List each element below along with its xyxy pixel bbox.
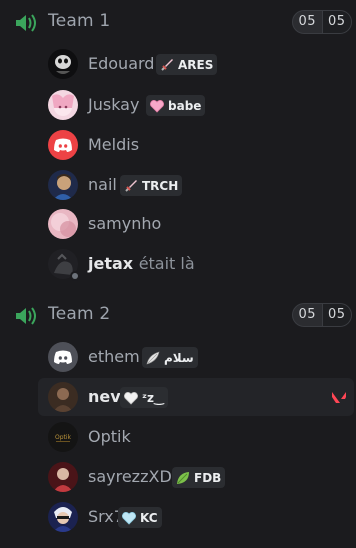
voice-channel-team-2[interactable]: Team 2 05 05 bbox=[0, 301, 356, 331]
server-tag: babe bbox=[146, 95, 206, 116]
server-tag: TRCH bbox=[120, 175, 183, 196]
idle-status-icon bbox=[70, 271, 80, 281]
avatar bbox=[48, 382, 78, 412]
member-username: jetax bbox=[88, 254, 134, 273]
avatar bbox=[48, 462, 78, 492]
server-tag-label: سلام bbox=[164, 350, 194, 365]
svg-text:Optik: Optik bbox=[55, 434, 72, 441]
voice-member-jetax[interactable]: jetax était là bbox=[38, 245, 354, 283]
valorant-icon bbox=[332, 392, 346, 403]
channel-name: Team 1 bbox=[48, 11, 111, 31]
voice-channel-team-1[interactable]: Team 1 05 05 bbox=[0, 8, 356, 38]
voice-member-nev[interactable]: nev ᶻz‿ bbox=[38, 378, 354, 416]
voice-member-sayrezzxd[interactable]: sayrezzXD FDB bbox=[38, 458, 354, 496]
light-blue-heart-icon bbox=[122, 511, 136, 525]
member-name: Meldis bbox=[88, 135, 140, 154]
avatar bbox=[48, 49, 78, 79]
member-name: Edouard bbox=[88, 54, 155, 73]
channel-name: Team 2 bbox=[48, 304, 111, 324]
server-tag-label: KC bbox=[140, 510, 158, 525]
avatar bbox=[48, 130, 78, 160]
member-name: samynho bbox=[88, 214, 162, 233]
server-tag: سلام bbox=[142, 347, 198, 368]
member-name: sayrezzXD bbox=[88, 467, 172, 486]
white-heart-icon bbox=[124, 391, 138, 405]
pink-heart-icon bbox=[150, 99, 164, 113]
avatar bbox=[48, 90, 78, 120]
voice-channel-icon bbox=[16, 14, 36, 32]
leaf-icon bbox=[177, 471, 189, 484]
server-tag-label: TRCH bbox=[142, 178, 179, 193]
discord-logo-icon bbox=[54, 138, 72, 152]
member-name: ethem bbox=[88, 347, 140, 366]
avatar: Optik bbox=[48, 422, 78, 452]
server-tag-label: ᶻz‿ bbox=[142, 390, 164, 405]
voice-channel-icon bbox=[16, 307, 36, 325]
server-tag-label: ARES bbox=[178, 57, 214, 72]
voice-member-edouard[interactable]: Edouard ARES bbox=[38, 45, 354, 83]
server-tag: FDB bbox=[172, 467, 226, 488]
user-count: 05 bbox=[298, 307, 317, 322]
member-presence-note: était là bbox=[138, 254, 195, 273]
user-limit: 05 bbox=[321, 304, 351, 326]
voice-member-optik[interactable]: Optik Optik bbox=[38, 418, 354, 456]
member-name: nail bbox=[88, 175, 117, 194]
server-tag-label: FDB bbox=[194, 470, 222, 485]
discord-logo-icon bbox=[54, 350, 72, 364]
voice-member-ethem[interactable]: ethem سلام bbox=[38, 338, 354, 376]
avatar bbox=[48, 342, 78, 372]
voice-member-meldis[interactable]: Meldis bbox=[38, 126, 354, 164]
sword-icon bbox=[161, 58, 173, 71]
avatar bbox=[48, 502, 78, 532]
user-limit: 05 bbox=[321, 11, 351, 33]
voice-member-srx7[interactable]: Srx7 KC bbox=[38, 498, 354, 536]
user-limit-badge: 05 05 bbox=[292, 303, 352, 327]
avatar bbox=[48, 209, 78, 239]
voice-member-nail[interactable]: nail TRCH bbox=[38, 166, 354, 204]
sword-icon bbox=[125, 179, 137, 192]
member-name: Juskay bbox=[88, 95, 140, 114]
user-limit-badge: 05 05 bbox=[292, 10, 352, 34]
voice-member-juskay[interactable]: Juskay babe bbox=[38, 86, 354, 124]
avatar bbox=[48, 170, 78, 200]
server-tag-label: babe bbox=[168, 98, 202, 113]
user-count: 05 bbox=[298, 14, 317, 29]
feather-icon bbox=[146, 351, 160, 364]
server-tag: ᶻz‿ bbox=[120, 387, 168, 408]
voice-member-samynho[interactable]: samynho bbox=[38, 205, 354, 243]
member-name: jetax était là bbox=[88, 254, 195, 273]
member-name: nev bbox=[88, 387, 121, 406]
server-tag: ARES bbox=[156, 54, 218, 75]
server-tag: KC bbox=[118, 507, 162, 528]
member-name: Optik bbox=[88, 427, 131, 446]
